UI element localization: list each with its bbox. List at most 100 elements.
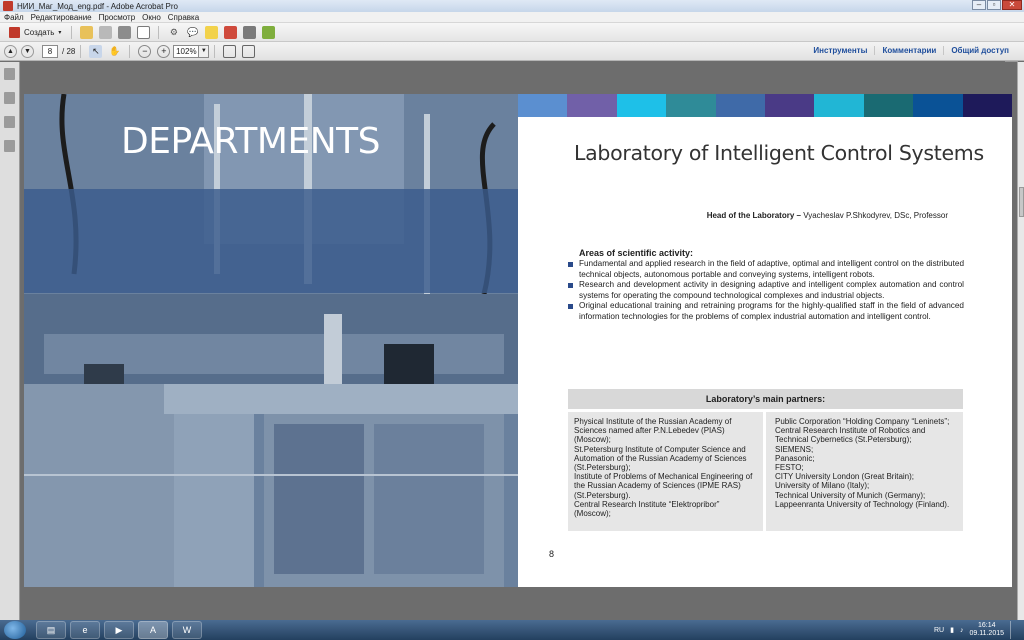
zoom-out-icon[interactable]: − [138,44,152,58]
color-strip-block [913,94,963,117]
settings-icon[interactable]: ⚙ [167,26,180,39]
internet-explorer-icon[interactable]: e [70,621,100,639]
departments-heading: DEPARTMENTS [121,121,380,162]
clock-time: 16:14 [977,622,996,629]
tools-link[interactable]: Инструменты [806,46,874,55]
partners-title: Laboratory’s main partners: [568,389,963,409]
form-icon[interactable] [243,25,257,39]
title-bar: НИИ_Маг_Мод_eng.pdf - Adobe Acrobat Pro … [0,0,1024,12]
zoom-in-icon[interactable]: + [157,44,171,58]
clock-date: 09.11.2015 [969,630,1004,637]
scrollbar-thumb[interactable] [1019,187,1024,217]
menu-view[interactable]: Просмотр [99,13,136,22]
volume-icon[interactable]: ♪ [960,627,964,634]
network-icon[interactable]: ▮ [950,626,954,634]
partner-entry: Panasonic; [775,453,815,463]
color-strip-block [814,94,864,117]
partner-entry: CITY University London (Great Britain); [775,472,915,482]
signature-icon[interactable] [4,140,15,152]
left-page-photo [24,94,518,587]
acrobat-taskbar-icon[interactable]: A [138,621,168,639]
partner-entry: Lappeenranta University of Technology (F… [775,499,950,509]
hand-tool-icon[interactable]: ✋ [108,45,121,58]
partner-entry: SIEMENS; [775,444,814,454]
toolbar-separator [71,25,73,39]
clock[interactable]: 16:14 09.11.2015 [969,622,1004,638]
color-strip [518,94,1013,117]
comments-link[interactable]: Комментарии [874,46,943,55]
minimize-button[interactable]: – [972,0,986,10]
maximize-button[interactable]: ▫ [987,0,1001,10]
laboratory-title: Laboratory of Intelligent Control System… [574,141,984,165]
page-number: 8 [549,549,555,559]
acrobat-icon [3,1,13,11]
explorer-taskbar-icon[interactable]: ▤ [36,621,66,639]
language-indicator[interactable]: RU [934,627,944,634]
head-of-laboratory: Head of the Laboratory – Vyacheslav P.Sh… [707,211,948,220]
partners-right-column: Public Corporation “Holding Company “Len… [766,412,963,531]
navigation-pane [0,62,20,620]
toolbar-separator [214,44,216,58]
menu-window[interactable]: Окно [142,13,161,22]
color-strip-block [616,94,667,117]
chevron-down-icon: ▾ [58,29,62,36]
sign-icon[interactable] [262,25,276,39]
email-icon[interactable] [137,25,151,39]
list-item: Fundamental and applied research in the … [568,259,964,280]
partner-entry: Physical Institute of the Russian Academ… [574,417,732,445]
chevron-down-icon[interactable]: ▼ [199,44,210,58]
color-strip-block [666,94,716,117]
review-icon[interactable] [224,25,238,39]
task-pane-links: Инструменты Комментарии Общий доступ [806,46,1016,55]
menu-bar: Файл Редактирование Просмотр Окно Справк… [0,12,1024,23]
window-controls: – ▫ ✕ [972,0,1022,10]
right-page: Laboratory of Intelligent Control System… [518,94,1013,587]
word-taskbar-icon[interactable]: W [172,621,202,639]
media-player-icon[interactable]: ▶ [104,621,134,639]
main-toolbar: Создать ▾ ⚙ 💬 ⤢ [0,23,1024,62]
print-icon[interactable] [118,25,132,39]
menu-help[interactable]: Справка [168,13,199,22]
fit-page-icon[interactable] [242,44,256,58]
window-title: НИИ_Маг_Мод_eng.pdf - Adobe Acrobat Pro [17,1,178,11]
menu-file[interactable]: Файл [4,13,24,22]
partner-entry: Central Research Institute “Elektropribo… [574,499,720,519]
color-strip-block [863,94,914,117]
note-icon[interactable] [205,25,219,39]
toolbar-separator [158,25,160,39]
system-tray: RU ▮ ♪ 16:14 09.11.2015 [934,620,1018,640]
vertical-scrollbar[interactable] [1017,62,1024,620]
page-number-input[interactable]: 8 [42,44,58,58]
open-folder-icon[interactable] [80,25,94,39]
attachment-icon[interactable] [4,116,15,128]
partners-left-column: Physical Institute of the Russian Academ… [568,412,763,531]
next-page-button[interactable]: ▼ [21,44,34,58]
bookmark-icon[interactable] [4,92,15,104]
zoom-level-input[interactable]: 102% [173,44,200,58]
show-desktop-button[interactable] [1010,621,1018,639]
partner-entry: University of Milano (Italy); [775,481,870,491]
menu-edit[interactable]: Редактирование [31,13,92,22]
departments-banner [24,189,518,293]
list-item: Original educational training and retrai… [568,301,964,322]
partner-entry: St.Petersburg Institute of Computer Scie… [574,444,747,473]
toolbar-separator [129,44,131,58]
save-icon[interactable] [99,25,113,39]
list-item: Research and development activity in des… [568,280,964,301]
comment-icon[interactable]: 💬 [186,26,199,39]
previous-page-button[interactable]: ▲ [4,44,17,58]
fit-width-icon[interactable] [223,44,237,58]
share-link[interactable]: Общий доступ [943,46,1016,55]
partner-entry: FESTO; [775,463,804,473]
create-label: Создать [24,27,55,37]
close-button[interactable]: ✕ [1002,0,1022,10]
select-tool-icon[interactable]: ↖ [89,44,103,58]
taskbar: ▤ e ▶ A W [0,620,1024,640]
create-button[interactable]: Создать ▾ [4,25,66,40]
color-strip-block [715,94,766,117]
color-strip-block [765,94,815,117]
page-thumbnails-icon[interactable] [4,68,15,80]
color-strip-block [567,94,617,117]
start-button[interactable] [4,621,26,639]
partner-entry: Public Corporation “Holding Company “Len… [775,417,950,426]
